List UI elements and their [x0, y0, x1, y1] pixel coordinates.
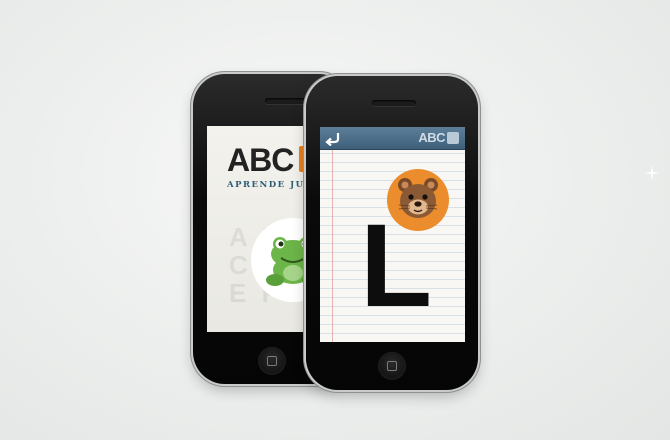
home-button-icon[interactable] [258, 347, 286, 375]
phone-front-screen: ABC L [320, 127, 465, 342]
speaker-grille [372, 100, 416, 106]
app-title: ABC [227, 142, 294, 178]
nav-title: ABC [418, 130, 445, 145]
current-letter: L [360, 200, 433, 332]
home-button-icon[interactable] [378, 352, 406, 380]
speaker-grille [265, 98, 309, 104]
back-arrow-icon[interactable] [324, 130, 342, 146]
sparkle-icon [644, 165, 660, 181]
phone-front: ABC L [306, 76, 478, 390]
nav-bar: ABC [320, 127, 465, 149]
nav-logo-tile [447, 132, 459, 144]
